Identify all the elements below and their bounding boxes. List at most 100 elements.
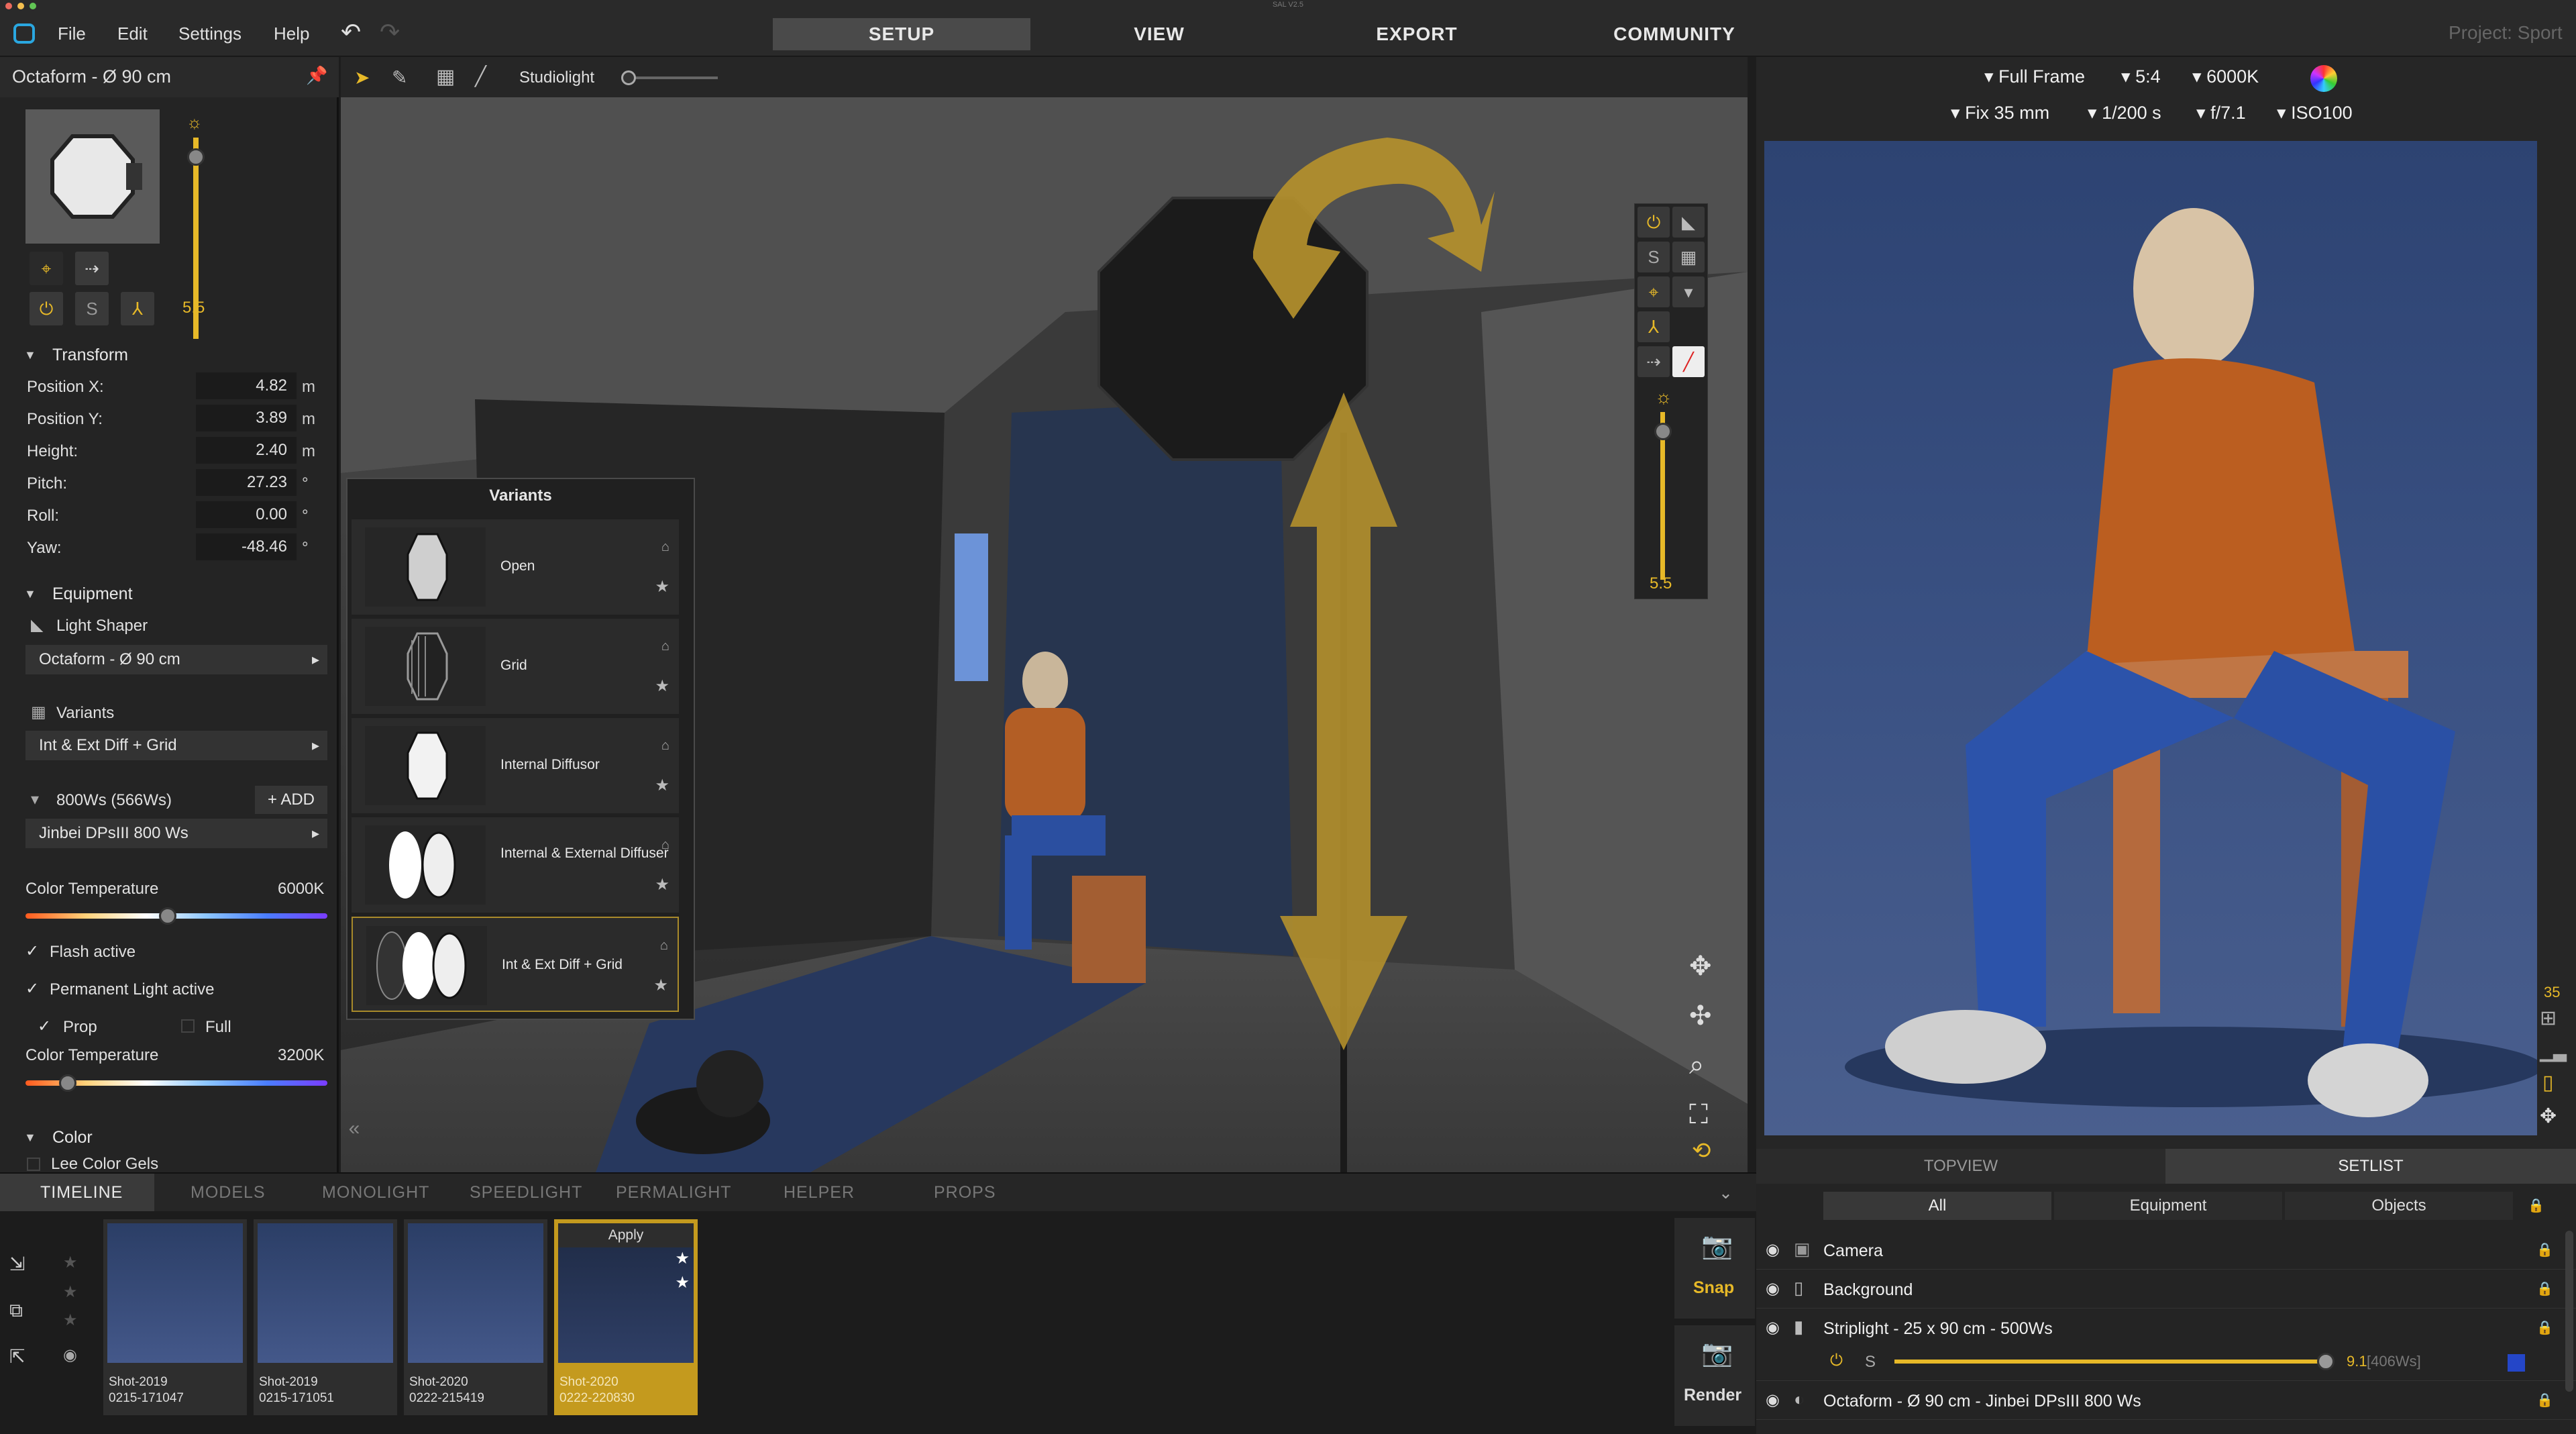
viewport-intensity-knob[interactable] <box>1654 423 1672 440</box>
solo-icon[interactable]: S <box>75 292 109 325</box>
pin-icon[interactable]: ⌂ <box>661 639 669 654</box>
sensor-dropdown[interactable]: ▾ Full Frame <box>1984 66 2085 87</box>
move-to-icon[interactable]: ⇢ <box>1638 346 1670 377</box>
power-icon[interactable]: ⏻ <box>30 292 63 325</box>
shutter-dropdown[interactable]: ▾ 1/200 s <box>2088 103 2161 123</box>
power-icon[interactable]: ⏻ <box>1638 207 1670 238</box>
lock-icon[interactable]: 🔒 <box>2536 1241 2553 1258</box>
height-field[interactable]: 2.40 <box>196 437 297 464</box>
permanent-light-checkbox[interactable]: ✓ <box>25 979 39 998</box>
undo-icon[interactable]: ↶ <box>341 18 361 46</box>
solo-icon[interactable]: S <box>1638 242 1670 272</box>
pitch-field[interactable]: 27.23 <box>196 469 297 496</box>
transform-collapse-icon[interactable]: ▼ <box>24 348 36 362</box>
flash-active-checkbox[interactable]: ✓ <box>25 941 39 961</box>
menu-help[interactable]: Help <box>274 23 309 44</box>
visibility-icon[interactable]: ◉ <box>63 1345 77 1365</box>
star-icon[interactable]: ★ <box>655 776 669 795</box>
measure-tool-icon[interactable]: ✎ <box>392 66 407 89</box>
variants-dropdown[interactable]: Int & Ext Diff + Grid ▸ <box>25 731 327 760</box>
apply-button[interactable]: Apply <box>558 1223 694 1247</box>
star-icon[interactable]: ★ <box>675 1273 690 1292</box>
visibility-icon[interactable]: ◉ <box>1766 1390 1780 1410</box>
pin-icon[interactable]: ⌂ <box>661 540 669 555</box>
visibility-icon[interactable]: ◉ <box>1766 1240 1780 1260</box>
star-icon[interactable]: ★ <box>675 1249 690 1268</box>
variant-internal-diffusor[interactable]: Internal Diffusor ⌂ ★ <box>352 718 679 813</box>
tab-speedlight[interactable]: SPEEDLIGHT <box>470 1183 582 1202</box>
filter-all[interactable]: All <box>1823 1192 2051 1220</box>
solo-toggle[interactable]: S <box>1865 1353 1876 1372</box>
color-temp-slider-knob[interactable] <box>159 907 176 925</box>
pin-icon[interactable]: 📌 <box>306 65 327 86</box>
color-header[interactable]: Color <box>52 1128 93 1147</box>
timeline-shot-selected[interactable]: Apply ★ ★ Shot-2020 0222-220830 <box>554 1219 698 1415</box>
studiolight-slider[interactable] <box>623 76 718 79</box>
iso-dropdown[interactable]: ▾ ISO100 <box>2277 103 2353 123</box>
roll-field[interactable]: 0.00 <box>196 501 297 528</box>
variant-open[interactable]: Open ⌂ ★ <box>352 519 679 615</box>
orbit-camera-icon[interactable]: ✥ <box>2540 1105 2557 1128</box>
snap-button[interactable]: 📷 Snap <box>1674 1218 1755 1319</box>
equipment-collapse-icon[interactable]: ▼ <box>24 587 36 601</box>
split-icon[interactable]: ⅄ <box>1638 311 1670 342</box>
tab-props[interactable]: PROPS <box>934 1183 996 1202</box>
lock-icon[interactable]: 🔒 <box>2536 1280 2553 1297</box>
timeline-shot[interactable]: Shot-2019 0215-171051 <box>254 1219 397 1415</box>
tab-setlist[interactable]: SETLIST <box>2165 1149 2576 1184</box>
star-filter-icon[interactable]: ★ <box>63 1253 78 1272</box>
tab-monolight[interactable]: MONOLIGHT <box>322 1183 429 1202</box>
full-checkbox[interactable] <box>181 1019 195 1033</box>
aperture-dropdown[interactable]: ▾ f/7.1 <box>2196 103 2246 123</box>
gel-color-swatch[interactable] <box>2508 1354 2525 1372</box>
visibility-icon[interactable]: ◉ <box>1766 1318 1780 1337</box>
menu-file[interactable]: File <box>58 23 86 44</box>
color-wheel-icon[interactable] <box>2310 65 2337 92</box>
flag-icon[interactable]: ◣ <box>1672 207 1705 238</box>
tab-helper[interactable]: HELPER <box>784 1183 855 1202</box>
variant-int-ext-diff-grid[interactable]: Int & Ext Diff + Grid ⌂ ★ <box>352 917 679 1012</box>
split-icon[interactable]: ⅄ <box>121 292 154 325</box>
move-to-icon[interactable]: ⇢ <box>75 252 109 285</box>
color-temp2-slider-knob[interactable] <box>59 1074 76 1092</box>
position-x-field[interactable]: 4.82 <box>196 372 297 399</box>
timeline-shot[interactable]: Shot-2020 0222-215419 <box>404 1219 547 1415</box>
visibility-icon[interactable]: ◉ <box>1766 1279 1780 1298</box>
star-filter-icon[interactable]: ★ <box>63 1311 78 1330</box>
reset-view-icon[interactable]: ⟲ <box>1692 1137 1711 1164</box>
star-icon[interactable]: ★ <box>655 676 669 696</box>
prop-checkbox[interactable]: ✓ <box>38 1017 51 1036</box>
line-tool-icon[interactable]: ╱ <box>475 65 486 87</box>
tab-topview[interactable]: TOPVIEW <box>1756 1149 2165 1184</box>
tab-models[interactable]: MODELS <box>191 1183 266 1202</box>
variant-internal-external-diffuser[interactable]: Internal & External Diffuser ⌂ ★ <box>352 817 679 913</box>
position-y-field[interactable]: 3.89 <box>196 405 297 431</box>
setlist-row[interactable]: ◉ ▯ Background 🔒 <box>1756 1270 2576 1309</box>
export-icon[interactable]: ⇱ <box>9 1345 25 1368</box>
add-button[interactable]: + ADD <box>255 786 327 814</box>
tab-export[interactable]: EXPORT <box>1288 18 1546 50</box>
tab-community[interactable]: COMMUNITY <box>1546 18 1803 50</box>
locate-icon[interactable]: ⌖ <box>30 252 63 285</box>
tab-timeline[interactable]: TIMELINE <box>40 1183 123 1202</box>
striplight-power-knob[interactable] <box>2317 1353 2334 1370</box>
portrait-frame-icon[interactable]: ▯ <box>2542 1071 2554 1094</box>
select-tool-icon[interactable]: ➤ <box>354 66 370 89</box>
color-temp-slider[interactable] <box>25 913 327 919</box>
pin-icon[interactable]: ⌂ <box>661 738 669 754</box>
yaw-field[interactable]: -48.46 <box>196 533 297 560</box>
star-icon[interactable]: ★ <box>655 577 669 597</box>
setlist-scrollbar[interactable] <box>2565 1231 2573 1392</box>
color-gels-checkbox[interactable] <box>27 1158 40 1171</box>
transform-header[interactable]: Transform <box>52 346 128 365</box>
grid-toggle-icon[interactable]: ▦ <box>436 65 455 89</box>
tab-view[interactable]: VIEW <box>1030 18 1288 50</box>
studiolight-slider-knob[interactable] <box>621 70 636 85</box>
tab-permalight[interactable]: PERMALIGHT <box>616 1183 732 1202</box>
setlist-row[interactable]: ◉ ▣ Camera 🔒 <box>1756 1231 2576 1270</box>
orbit-icon[interactable]: ✥ <box>1689 951 1712 982</box>
render-button[interactable]: 📷 Render <box>1674 1325 1755 1426</box>
menu-settings[interactable]: Settings <box>178 23 241 44</box>
lock-icon[interactable]: 🔒 <box>2528 1197 2544 1214</box>
import-icon[interactable]: ⇲ <box>9 1253 25 1275</box>
